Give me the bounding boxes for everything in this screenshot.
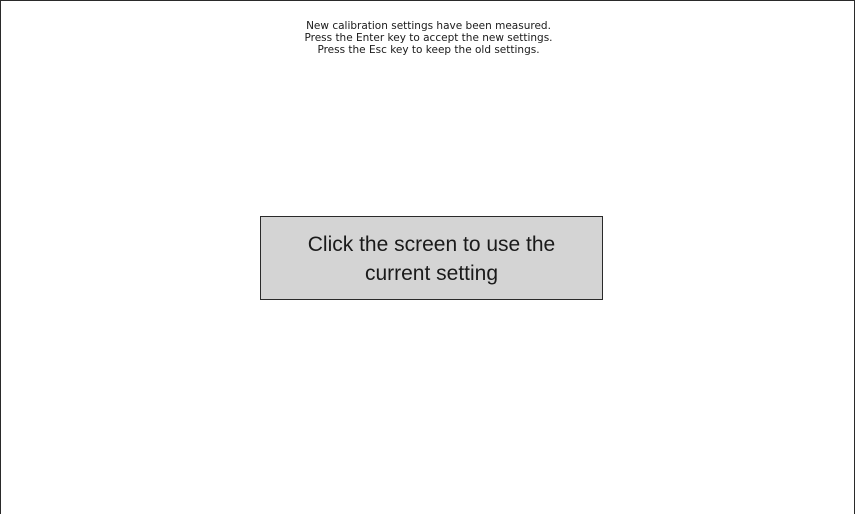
instruction-measured: New calibration settings have been measu…: [306, 20, 551, 32]
instruction-esc-keep: Press the Esc key to keep the old settin…: [317, 44, 540, 56]
calibration-screen[interactable]: New calibration settings have been measu…: [0, 0, 855, 514]
use-current-setting-line2: current setting: [364, 262, 499, 285]
use-current-setting-box[interactable]: Click the screen to use the current sett…: [260, 216, 603, 300]
calibration-instructions: New calibration settings have been measu…: [1, 20, 855, 56]
instruction-enter-accept: Press the Enter key to accept the new se…: [304, 32, 553, 44]
use-current-setting-label: Click the screen to use the current sett…: [308, 228, 555, 288]
use-current-setting-line1: Click the screen to use the: [307, 233, 556, 256]
